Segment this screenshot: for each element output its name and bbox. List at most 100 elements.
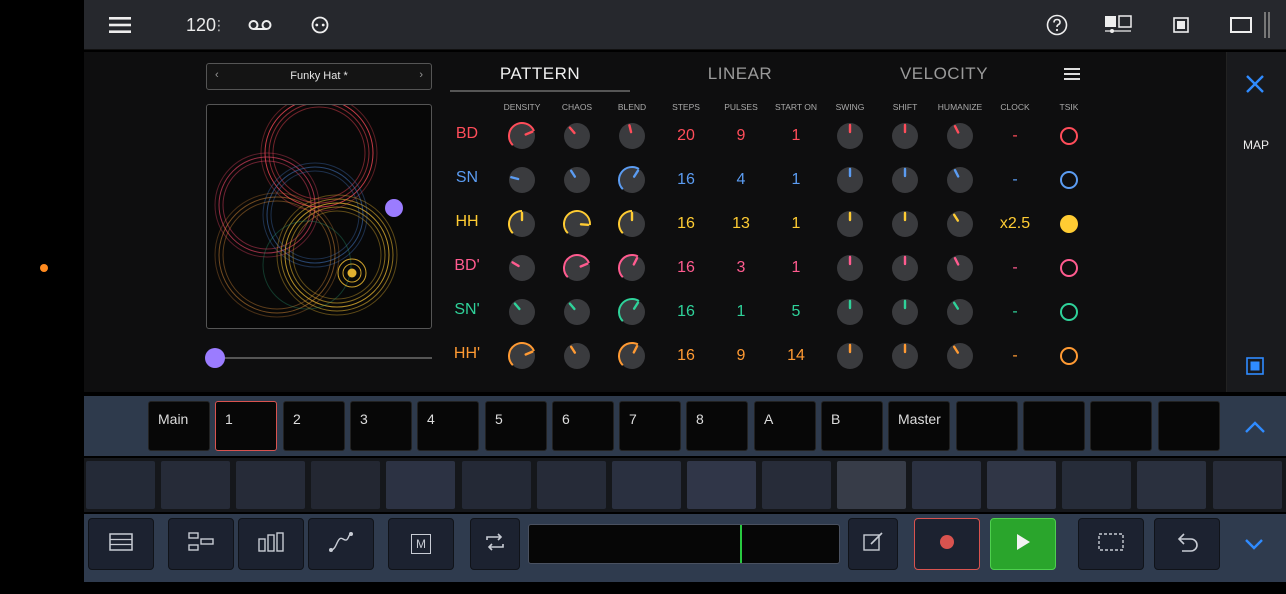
value-start-on[interactable]: 1 bbox=[776, 215, 816, 233]
sequencer-button[interactable] bbox=[168, 518, 234, 570]
value-steps[interactable]: 16 bbox=[666, 259, 706, 277]
timeline[interactable] bbox=[528, 524, 840, 564]
value-start-on[interactable]: 1 bbox=[776, 171, 816, 189]
pad[interactable] bbox=[687, 461, 756, 509]
mixer-button[interactable] bbox=[238, 518, 304, 570]
knob-humanize[interactable] bbox=[943, 163, 977, 197]
knob-density[interactable] bbox=[505, 339, 539, 373]
pad[interactable] bbox=[86, 461, 155, 509]
chevron-up-icon[interactable] bbox=[1240, 416, 1270, 438]
knob-chaos[interactable] bbox=[560, 207, 594, 241]
knob-blend[interactable] bbox=[615, 339, 649, 373]
menu-icon[interactable] bbox=[102, 0, 138, 50]
scene-button[interactable] bbox=[956, 401, 1018, 451]
knob-blend[interactable] bbox=[615, 251, 649, 285]
tsik-toggle[interactable] bbox=[1060, 259, 1078, 277]
value-clock[interactable]: - bbox=[995, 171, 1035, 189]
pad[interactable] bbox=[1137, 461, 1206, 509]
automation-button[interactable] bbox=[308, 518, 374, 570]
knob-density[interactable] bbox=[505, 119, 539, 153]
knob-swing[interactable] bbox=[833, 295, 867, 329]
knob-chaos[interactable] bbox=[560, 163, 594, 197]
scene-button[interactable]: 7 bbox=[619, 401, 681, 451]
layout-icon[interactable] bbox=[1100, 0, 1136, 50]
link-icon[interactable] bbox=[306, 0, 334, 50]
value-pulses[interactable]: 4 bbox=[721, 171, 761, 189]
track-label[interactable]: BD' bbox=[440, 257, 494, 275]
value-start-on[interactable]: 1 bbox=[776, 259, 816, 277]
tsik-toggle[interactable] bbox=[1060, 303, 1078, 321]
knob-shift[interactable] bbox=[888, 119, 922, 153]
knob-shift[interactable] bbox=[888, 163, 922, 197]
scene-button[interactable]: 6 bbox=[552, 401, 614, 451]
knob-density[interactable] bbox=[505, 295, 539, 329]
select-button[interactable] bbox=[1078, 518, 1144, 570]
list-button[interactable] bbox=[88, 518, 154, 570]
pad[interactable] bbox=[762, 461, 831, 509]
pad[interactable] bbox=[537, 461, 606, 509]
knob-blend[interactable] bbox=[615, 119, 649, 153]
scene-button[interactable]: 4 bbox=[417, 401, 479, 451]
pad[interactable] bbox=[1213, 461, 1282, 509]
map-button[interactable]: MAP bbox=[1226, 138, 1286, 152]
track-label[interactable]: HH bbox=[440, 213, 494, 231]
tsik-toggle[interactable] bbox=[1060, 347, 1078, 365]
knob-blend[interactable] bbox=[615, 295, 649, 329]
knob-humanize[interactable] bbox=[943, 207, 977, 241]
window-toggle-icon[interactable] bbox=[1246, 357, 1264, 375]
knob-shift[interactable] bbox=[888, 339, 922, 373]
scene-button[interactable] bbox=[1158, 401, 1220, 451]
pad[interactable] bbox=[1062, 461, 1131, 509]
scene-button[interactable]: 2 bbox=[283, 401, 345, 451]
tape-icon[interactable] bbox=[244, 0, 276, 50]
scene-button[interactable] bbox=[1023, 401, 1085, 451]
value-clock[interactable]: - bbox=[995, 127, 1035, 145]
knob-density[interactable] bbox=[505, 251, 539, 285]
tab-pattern[interactable]: PATTERN bbox=[450, 64, 630, 86]
scene-button[interactable]: B bbox=[821, 401, 883, 451]
scene-button[interactable]: Main bbox=[148, 401, 210, 451]
value-pulses[interactable]: 3 bbox=[721, 259, 761, 277]
scene-button[interactable]: 5 bbox=[485, 401, 547, 451]
track-label[interactable]: SN' bbox=[440, 301, 494, 319]
window-icon[interactable] bbox=[1166, 0, 1196, 50]
value-steps[interactable]: 16 bbox=[666, 303, 706, 321]
value-pulses[interactable]: 13 bbox=[721, 215, 761, 233]
value-steps[interactable]: 16 bbox=[666, 347, 706, 365]
loop-button[interactable] bbox=[470, 518, 520, 570]
scene-button[interactable] bbox=[1090, 401, 1152, 451]
close-icon[interactable] bbox=[1243, 72, 1267, 96]
knob-swing[interactable] bbox=[833, 163, 867, 197]
scene-button[interactable]: 1 bbox=[215, 401, 277, 451]
pad[interactable] bbox=[311, 461, 380, 509]
tsik-toggle[interactable] bbox=[1060, 171, 1078, 189]
help-icon[interactable] bbox=[1042, 0, 1072, 50]
pattern-menu-icon[interactable] bbox=[1064, 67, 1084, 86]
value-steps[interactable]: 16 bbox=[666, 171, 706, 189]
knob-swing[interactable] bbox=[833, 339, 867, 373]
knob-swing[interactable] bbox=[833, 119, 867, 153]
knob-swing[interactable] bbox=[833, 207, 867, 241]
morph-slider-thumb[interactable] bbox=[205, 348, 225, 368]
play-button[interactable] bbox=[990, 518, 1056, 570]
track-label[interactable]: HH' bbox=[440, 345, 494, 363]
value-pulses[interactable]: 9 bbox=[721, 347, 761, 365]
value-clock[interactable]: - bbox=[995, 347, 1035, 365]
knob-chaos[interactable] bbox=[560, 119, 594, 153]
knob-shift[interactable] bbox=[888, 251, 922, 285]
value-start-on[interactable]: 1 bbox=[776, 127, 816, 145]
tsik-toggle[interactable] bbox=[1060, 127, 1078, 145]
macro-button[interactable]: M bbox=[388, 518, 454, 570]
value-start-on[interactable]: 14 bbox=[776, 347, 816, 365]
value-steps[interactable]: 16 bbox=[666, 215, 706, 233]
track-label[interactable]: SN bbox=[440, 169, 494, 187]
knob-humanize[interactable] bbox=[943, 295, 977, 329]
knob-humanize[interactable] bbox=[943, 339, 977, 373]
scene-button[interactable]: A bbox=[754, 401, 816, 451]
tempo-more-icon[interactable]: ⋮ bbox=[212, 0, 226, 50]
pad[interactable] bbox=[161, 461, 230, 509]
window-wide-icon[interactable] bbox=[1224, 0, 1258, 50]
undo-button[interactable] bbox=[1154, 518, 1220, 570]
scene-button[interactable]: Master bbox=[888, 401, 950, 451]
value-start-on[interactable]: 5 bbox=[776, 303, 816, 321]
